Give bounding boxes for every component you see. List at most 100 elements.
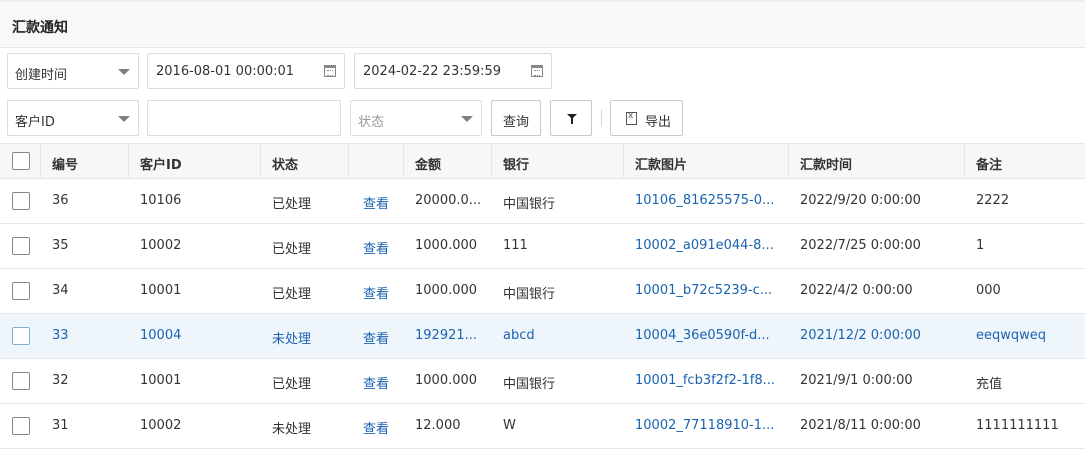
end-date-value: 2024-02-22 23:59:59: [363, 64, 502, 79]
date-field-select[interactable]: 创建时间: [7, 53, 139, 89]
cell-bank: W: [503, 418, 516, 433]
search-input[interactable]: [147, 100, 341, 136]
chevron-down-icon: [461, 116, 473, 122]
column-divider: [964, 144, 965, 179]
image-link[interactable]: 10106_81625575-0...: [635, 193, 783, 208]
column-divider: [788, 144, 789, 179]
view-link[interactable]: 查看: [363, 283, 389, 302]
table-row[interactable]: 31 10002 未处理 查看 12.000 W 10002_77118910-…: [0, 404, 1085, 449]
start-date-value: 2016-08-01 00:00:01: [156, 64, 295, 79]
cell-status: 未处理: [272, 332, 312, 347]
view-link[interactable]: 查看: [363, 193, 389, 212]
header-remit-time[interactable]: 汇款时间: [800, 154, 852, 173]
header-status[interactable]: 状态: [272, 154, 298, 173]
cell-remit-time: 2021/8/11 0:00:00: [800, 418, 921, 433]
title-bar: 汇款通知: [0, 0, 1085, 48]
cell-amount: 12.000: [415, 418, 461, 433]
cell-note: 1111111111: [976, 418, 1059, 433]
search-key-select-value: 客户ID: [15, 115, 55, 130]
filter-button[interactable]: [550, 100, 592, 136]
header-bank[interactable]: 银行: [503, 154, 529, 173]
cell-status: 已处理: [272, 377, 312, 392]
chevron-down-icon: [118, 69, 130, 75]
cell-remit-time: 2022/9/20 0:00:00: [800, 193, 921, 208]
cell-note: 000: [976, 283, 1001, 298]
column-divider: [491, 144, 492, 179]
cell-bank: 111: [503, 238, 528, 253]
date-field-select-value: 创建时间: [15, 68, 68, 83]
cell-amount: 192921...: [415, 328, 478, 343]
export-button[interactable]: 导出: [610, 100, 683, 136]
image-link[interactable]: 10002_a091e044-8...: [635, 238, 783, 253]
image-link[interactable]: 10001_fcb3f2f2-1f8...: [635, 373, 783, 388]
cell-id: 33: [52, 328, 69, 343]
cell-id: 34: [52, 283, 69, 298]
column-divider: [260, 144, 261, 179]
cell-customer-id: 10002: [140, 418, 182, 433]
cell-bank: 中国银行: [503, 287, 556, 302]
image-link[interactable]: 10002_77118910-1...: [635, 418, 783, 433]
row-checkbox[interactable]: [12, 237, 30, 255]
cell-status: 已处理: [272, 242, 312, 257]
image-link[interactable]: 10001_b72c5239-c...: [635, 283, 783, 298]
query-button-label: 查询: [502, 115, 529, 130]
header-amount[interactable]: 金额: [415, 154, 441, 173]
row-checkbox[interactable]: [12, 282, 30, 300]
query-button[interactable]: 查询: [491, 100, 541, 136]
calendar-icon[interactable]: [531, 65, 543, 77]
row-checkbox[interactable]: [12, 327, 30, 345]
end-date-input[interactable]: 2024-02-22 23:59:59: [354, 53, 552, 89]
cell-id: 36: [52, 193, 69, 208]
header-image[interactable]: 汇款图片: [635, 154, 687, 173]
view-link[interactable]: 查看: [363, 328, 389, 347]
table-row[interactable]: 36 10106 已处理 查看 20000.0... 中国银行 10106_81…: [0, 179, 1085, 224]
header-id[interactable]: 编号: [52, 154, 78, 173]
cell-customer-id: 10001: [140, 373, 182, 388]
cell-remit-time: 2021/12/2 0:00:00: [800, 328, 921, 343]
cell-id: 32: [52, 373, 69, 388]
view-link[interactable]: 查看: [363, 238, 389, 257]
cell-bank: 中国银行: [503, 197, 556, 212]
column-divider: [40, 144, 41, 179]
view-link[interactable]: 查看: [363, 418, 389, 437]
cell-amount: 1000.000: [415, 283, 478, 298]
cell-amount: 20000.0...: [415, 193, 482, 208]
cell-note: eeqwqweq: [976, 328, 1047, 343]
cell-status: 已处理: [272, 197, 312, 212]
row-checkbox[interactable]: [12, 417, 30, 435]
cell-customer-id: 10001: [140, 283, 182, 298]
chevron-down-icon: [118, 116, 130, 122]
export-button-label: 导出: [645, 115, 672, 130]
table-row[interactable]: 34 10001 已处理 查看 1000.000 中国银行 10001_b72c…: [0, 269, 1085, 314]
cell-note: 1: [976, 238, 985, 253]
row-checkbox[interactable]: [12, 372, 30, 390]
cell-remit-time: 2022/4/2 0:00:00: [800, 283, 913, 298]
cell-status: 已处理: [272, 287, 312, 302]
cell-amount: 1000.000: [415, 238, 478, 253]
column-divider: [348, 144, 349, 179]
search-key-select[interactable]: 客户ID: [7, 100, 139, 136]
cell-note: 2222: [976, 193, 1010, 208]
cell-customer-id: 10002: [140, 238, 182, 253]
cell-bank: abcd: [503, 328, 535, 343]
column-divider: [403, 144, 404, 179]
select-all-checkbox[interactable]: [12, 152, 30, 170]
start-date-input[interactable]: 2016-08-01 00:00:01: [147, 53, 345, 89]
cell-amount: 1000.000: [415, 373, 478, 388]
calendar-icon[interactable]: [324, 65, 336, 77]
header-customer-id[interactable]: 客户ID: [140, 154, 182, 173]
status-select-placeholder: 状态: [358, 115, 385, 130]
table-row[interactable]: 33 10004 未处理 查看 192921... abcd 10004_36e…: [0, 314, 1085, 359]
cell-id: 35: [52, 238, 69, 253]
image-link[interactable]: 10004_36e0590f-d...: [635, 328, 783, 343]
table-row[interactable]: 35 10002 已处理 查看 1000.000 111 10002_a091e…: [0, 224, 1085, 269]
cell-remit-time: 2021/9/1 0:00:00: [800, 373, 913, 388]
row-checkbox[interactable]: [12, 192, 30, 210]
status-select[interactable]: 状态: [350, 100, 482, 136]
header-note[interactable]: 备注: [976, 154, 1002, 173]
view-link[interactable]: 查看: [363, 373, 389, 392]
page-title: 汇款通知: [12, 20, 68, 36]
table-row[interactable]: 32 10001 已处理 查看 1000.000 中国银行 10001_fcb3…: [0, 359, 1085, 404]
cell-remit-time: 2022/7/25 0:00:00: [800, 238, 921, 253]
cell-note: 充值: [976, 377, 1003, 392]
